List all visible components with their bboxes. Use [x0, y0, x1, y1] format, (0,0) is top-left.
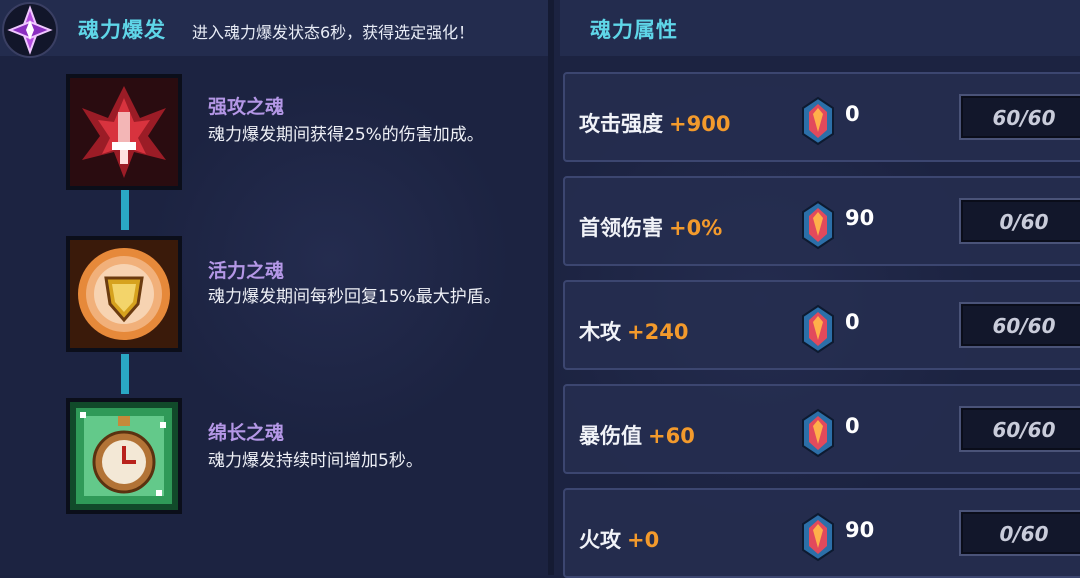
attribute-progress: 60/60 [959, 94, 1080, 140]
attribute-bonus: +900 [669, 112, 731, 136]
attribute-name: 攻击强度 +900 [579, 112, 731, 136]
skill-description: 魂力爆发期间每秒回复15%最大护盾。 [208, 287, 501, 307]
gem-count: 0 [845, 310, 860, 334]
attribute-name: 首领伤害 +0% [579, 216, 723, 240]
attribute-progress: 0/60 [959, 510, 1080, 556]
soul-gem-icon [802, 96, 834, 146]
skill-name: 强攻之魂 [208, 96, 285, 118]
attribute-progress-text: 0/60 [999, 210, 1049, 234]
attribute-bonus: +60 [648, 424, 695, 448]
attribute-progress-text: 0/60 [999, 522, 1049, 546]
attribute-progress-text: 60/60 [992, 314, 1056, 338]
skill-name: 活力之魂 [208, 260, 285, 282]
attribute-row[interactable]: 攻击强度 +900 0 60/60 [563, 72, 1080, 162]
stopwatch-duration-soul-icon [66, 398, 182, 514]
skill-description: 魂力爆发期间获得25%的伤害加成。 [208, 125, 484, 145]
attribute-bonus: +0% [669, 216, 723, 240]
attribute-bonus: +0 [627, 528, 660, 552]
attribute-progress: 60/60 [959, 302, 1080, 348]
soul-burst-crystal-icon [2, 2, 58, 58]
soul-burst-panel: 魂力爆发 进入魂力爆发状态6秒，获得选定强化！ 强攻之魂 魂力爆发期间获得25%… [0, 0, 548, 575]
attribute-name: 木攻 +240 [579, 320, 689, 344]
soul-burst-description: 进入魂力爆发状态6秒，获得选定强化！ [192, 23, 475, 42]
gem-count: 90 [845, 518, 875, 542]
red-attack-soul-icon [66, 74, 182, 190]
skill-name: 绵长之魂 [208, 422, 285, 444]
attribute-row[interactable]: 首领伤害 +0% 90 0/60 [563, 176, 1080, 266]
gem-count: 0 [845, 414, 860, 438]
soul-gem-icon [802, 408, 834, 458]
attribute-name: 火攻 +0 [579, 528, 660, 552]
attribute-progress-text: 60/60 [992, 106, 1056, 130]
soul-burst-title: 魂力爆发 [78, 18, 166, 42]
soul-gem-icon [802, 200, 834, 250]
panel-divider [548, 0, 554, 575]
soul-gem-icon [802, 512, 834, 562]
skill-connector [121, 190, 129, 230]
soul-attributes-title: 魂力属性 [590, 18, 678, 42]
shield-vitality-soul-icon [66, 236, 182, 352]
attribute-bonus: +240 [627, 320, 689, 344]
attribute-row[interactable]: 暴伤值 +60 0 60/60 [563, 384, 1080, 474]
attribute-progress-text: 60/60 [992, 418, 1056, 442]
skill-connector [121, 354, 129, 394]
attribute-name: 暴伤值 +60 [579, 424, 695, 448]
attribute-row[interactable]: 火攻 +0 90 0/60 [563, 488, 1080, 578]
skill-description: 魂力爆发持续时间增加5秒。 [208, 451, 423, 471]
gem-count: 90 [845, 206, 875, 230]
soul-gem-icon [802, 304, 834, 354]
attribute-row[interactable]: 木攻 +240 0 60/60 [563, 280, 1080, 370]
gem-count: 0 [845, 102, 860, 126]
attribute-progress: 60/60 [959, 406, 1080, 452]
attribute-progress: 0/60 [959, 198, 1080, 244]
